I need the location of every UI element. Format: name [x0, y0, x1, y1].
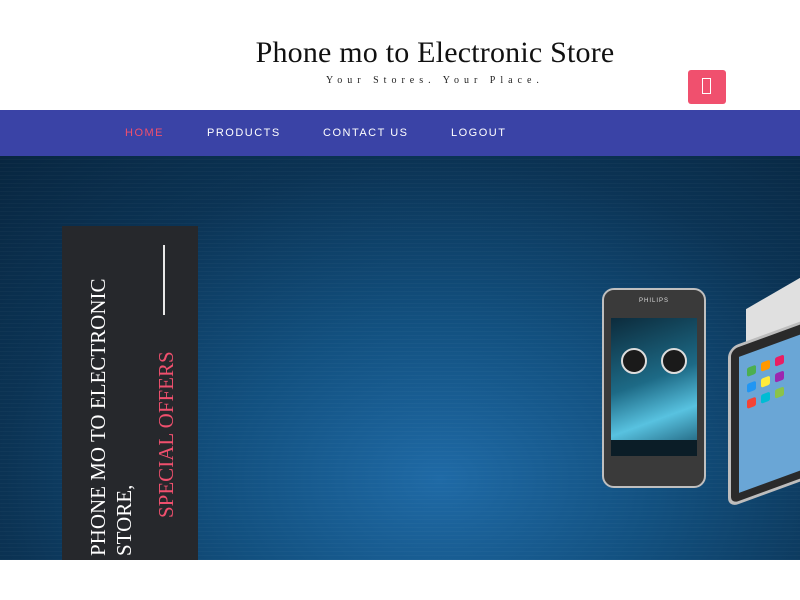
- nav-products[interactable]: PRODUCTS: [207, 110, 281, 156]
- site-header: Phone mo to Electronic Store Your Stores…: [0, 0, 800, 110]
- nav-logout[interactable]: LOGOUT: [451, 110, 506, 156]
- banner-title-line2: STORE,: [112, 484, 136, 556]
- cart-icon: [702, 78, 711, 94]
- banner-divider: [163, 245, 165, 315]
- hero-banner: PHONE MO TO ELECTRONIC STORE, SPECIAL OF…: [0, 156, 800, 560]
- nav-home[interactable]: HOME: [125, 110, 164, 156]
- banner-title-line1: PHONE MO TO ELECTRONIC: [86, 278, 110, 556]
- phone-image: PHILIPS: [602, 288, 706, 488]
- site-title: Phone mo to Electronic Store: [255, 36, 615, 69]
- phone-brand-label: PHILIPS: [638, 298, 669, 304]
- site-tagline: Your Stores. Your Place.: [326, 75, 544, 86]
- nav-contact-us[interactable]: CONTACT US: [323, 110, 409, 156]
- clock-icon: [621, 348, 647, 374]
- banner-accent-text: SPECIAL OFFERS: [154, 351, 178, 518]
- main-nav: HOME PRODUCTS CONTACT US LOGOUT: [0, 110, 800, 156]
- cart-button[interactable]: [688, 70, 726, 104]
- clock-icon: [661, 348, 687, 374]
